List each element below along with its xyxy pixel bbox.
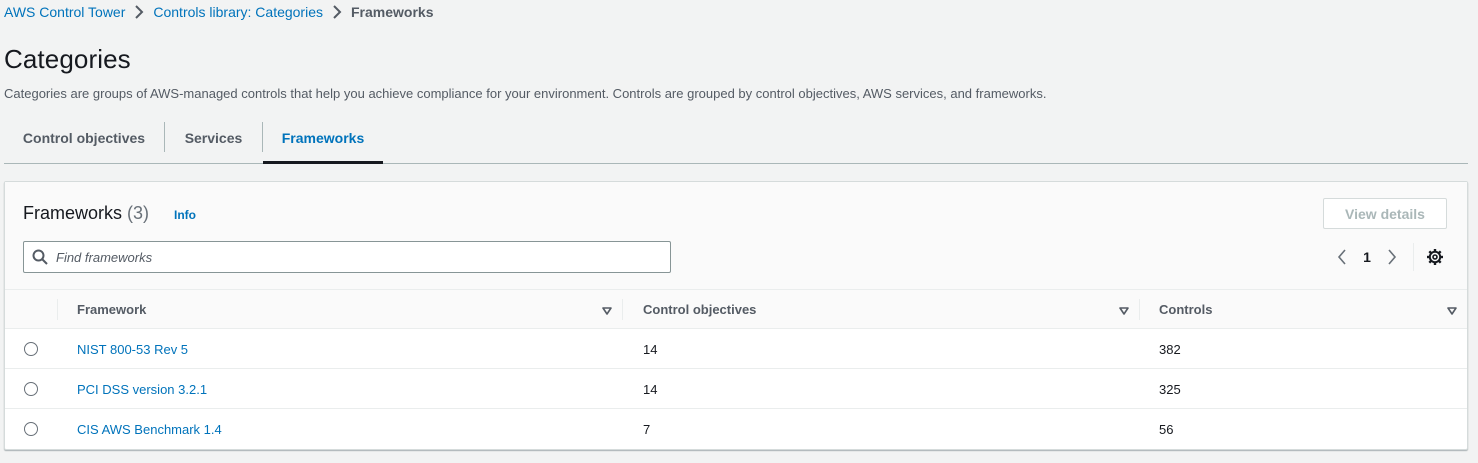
column-header-label: Framework — [77, 302, 147, 317]
table-count: (3) — [127, 203, 150, 223]
breadcrumb-link-controls-library[interactable]: Controls library: Categories — [153, 4, 323, 20]
control-objectives-cell: 7 — [643, 421, 651, 437]
pager-divider — [1413, 243, 1414, 271]
breadcrumb: AWS Control Tower Controls library: Cate… — [4, 3, 433, 21]
control-objectives-cell: 14 — [643, 341, 658, 357]
tab-bar: Control objectives Services Frameworks — [4, 113, 1468, 164]
sort-caret-icon — [602, 303, 612, 318]
chevron-left-icon[interactable] — [1329, 249, 1355, 265]
search-input[interactable] — [56, 249, 656, 265]
chevron-right-icon — [125, 5, 153, 19]
row-radio-button[interactable] — [24, 422, 38, 436]
frameworks-table-container: Frameworks (3) Info View details 1 — [4, 181, 1468, 450]
controls-cell: 325 — [1159, 381, 1181, 397]
controls-cell: 56 — [1159, 421, 1174, 437]
controls-cell: 382 — [1159, 341, 1181, 357]
framework-cell: CIS AWS Benchmark 1.4 — [77, 409, 222, 449]
table-row: NIST 800-53 Rev 5 14 382 — [5, 329, 1467, 369]
page-number[interactable]: 1 — [1355, 249, 1379, 265]
info-link[interactable]: Info — [174, 208, 196, 222]
column-header-controls[interactable]: Controls — [1139, 290, 1467, 329]
row-select-cell — [24, 409, 38, 449]
framework-link[interactable]: NIST 800-53 Rev 5 — [77, 342, 188, 357]
chevron-right-icon — [323, 5, 351, 19]
search-icon — [24, 249, 56, 265]
tab-frameworks[interactable]: Frameworks — [263, 113, 383, 164]
pagination: 1 — [1329, 243, 1444, 271]
table-row: PCI DSS version 3.2.1 14 325 — [5, 369, 1467, 409]
row-select-cell — [24, 369, 38, 409]
gear-icon[interactable] — [1426, 248, 1444, 266]
chevron-right-icon[interactable] — [1379, 249, 1405, 265]
sort-caret-icon — [1447, 303, 1457, 318]
table-row: CIS AWS Benchmark 1.4 7 56 — [5, 409, 1467, 449]
table-title-text: Frameworks — [23, 203, 123, 223]
search-field — [23, 241, 671, 273]
table-head: Framework Control objectives Controls — [5, 290, 1467, 329]
tab-services[interactable]: Services — [165, 113, 262, 163]
table-title: Frameworks (3) — [23, 203, 149, 224]
row-select-cell — [24, 329, 38, 369]
breadcrumb-link-control-tower[interactable]: AWS Control Tower — [4, 4, 125, 20]
table-header-area: Frameworks (3) Info View details 1 — [5, 182, 1467, 290]
framework-link[interactable]: PCI DSS version 3.2.1 — [77, 382, 207, 397]
column-header-framework[interactable]: Framework — [57, 290, 622, 329]
page-description: Categories are groups of AWS-managed con… — [4, 86, 1047, 101]
framework-cell: NIST 800-53 Rev 5 — [77, 329, 188, 369]
control-objectives-cell: 14 — [643, 381, 658, 397]
column-header-control-objectives[interactable]: Control objectives — [622, 290, 1139, 329]
tab-control-objectives[interactable]: Control objectives — [4, 113, 164, 163]
page-title: Categories — [4, 44, 131, 74]
sort-caret-icon — [1119, 303, 1129, 318]
column-header-label: Control objectives — [643, 302, 757, 317]
view-details-button[interactable]: View details — [1323, 198, 1447, 229]
framework-link[interactable]: CIS AWS Benchmark 1.4 — [77, 422, 222, 437]
column-header-label: Controls — [1159, 302, 1213, 317]
breadcrumb-current: Frameworks — [351, 4, 434, 20]
row-radio-button[interactable] — [24, 382, 38, 396]
row-radio-button[interactable] — [24, 342, 38, 356]
framework-cell: PCI DSS version 3.2.1 — [77, 369, 207, 409]
